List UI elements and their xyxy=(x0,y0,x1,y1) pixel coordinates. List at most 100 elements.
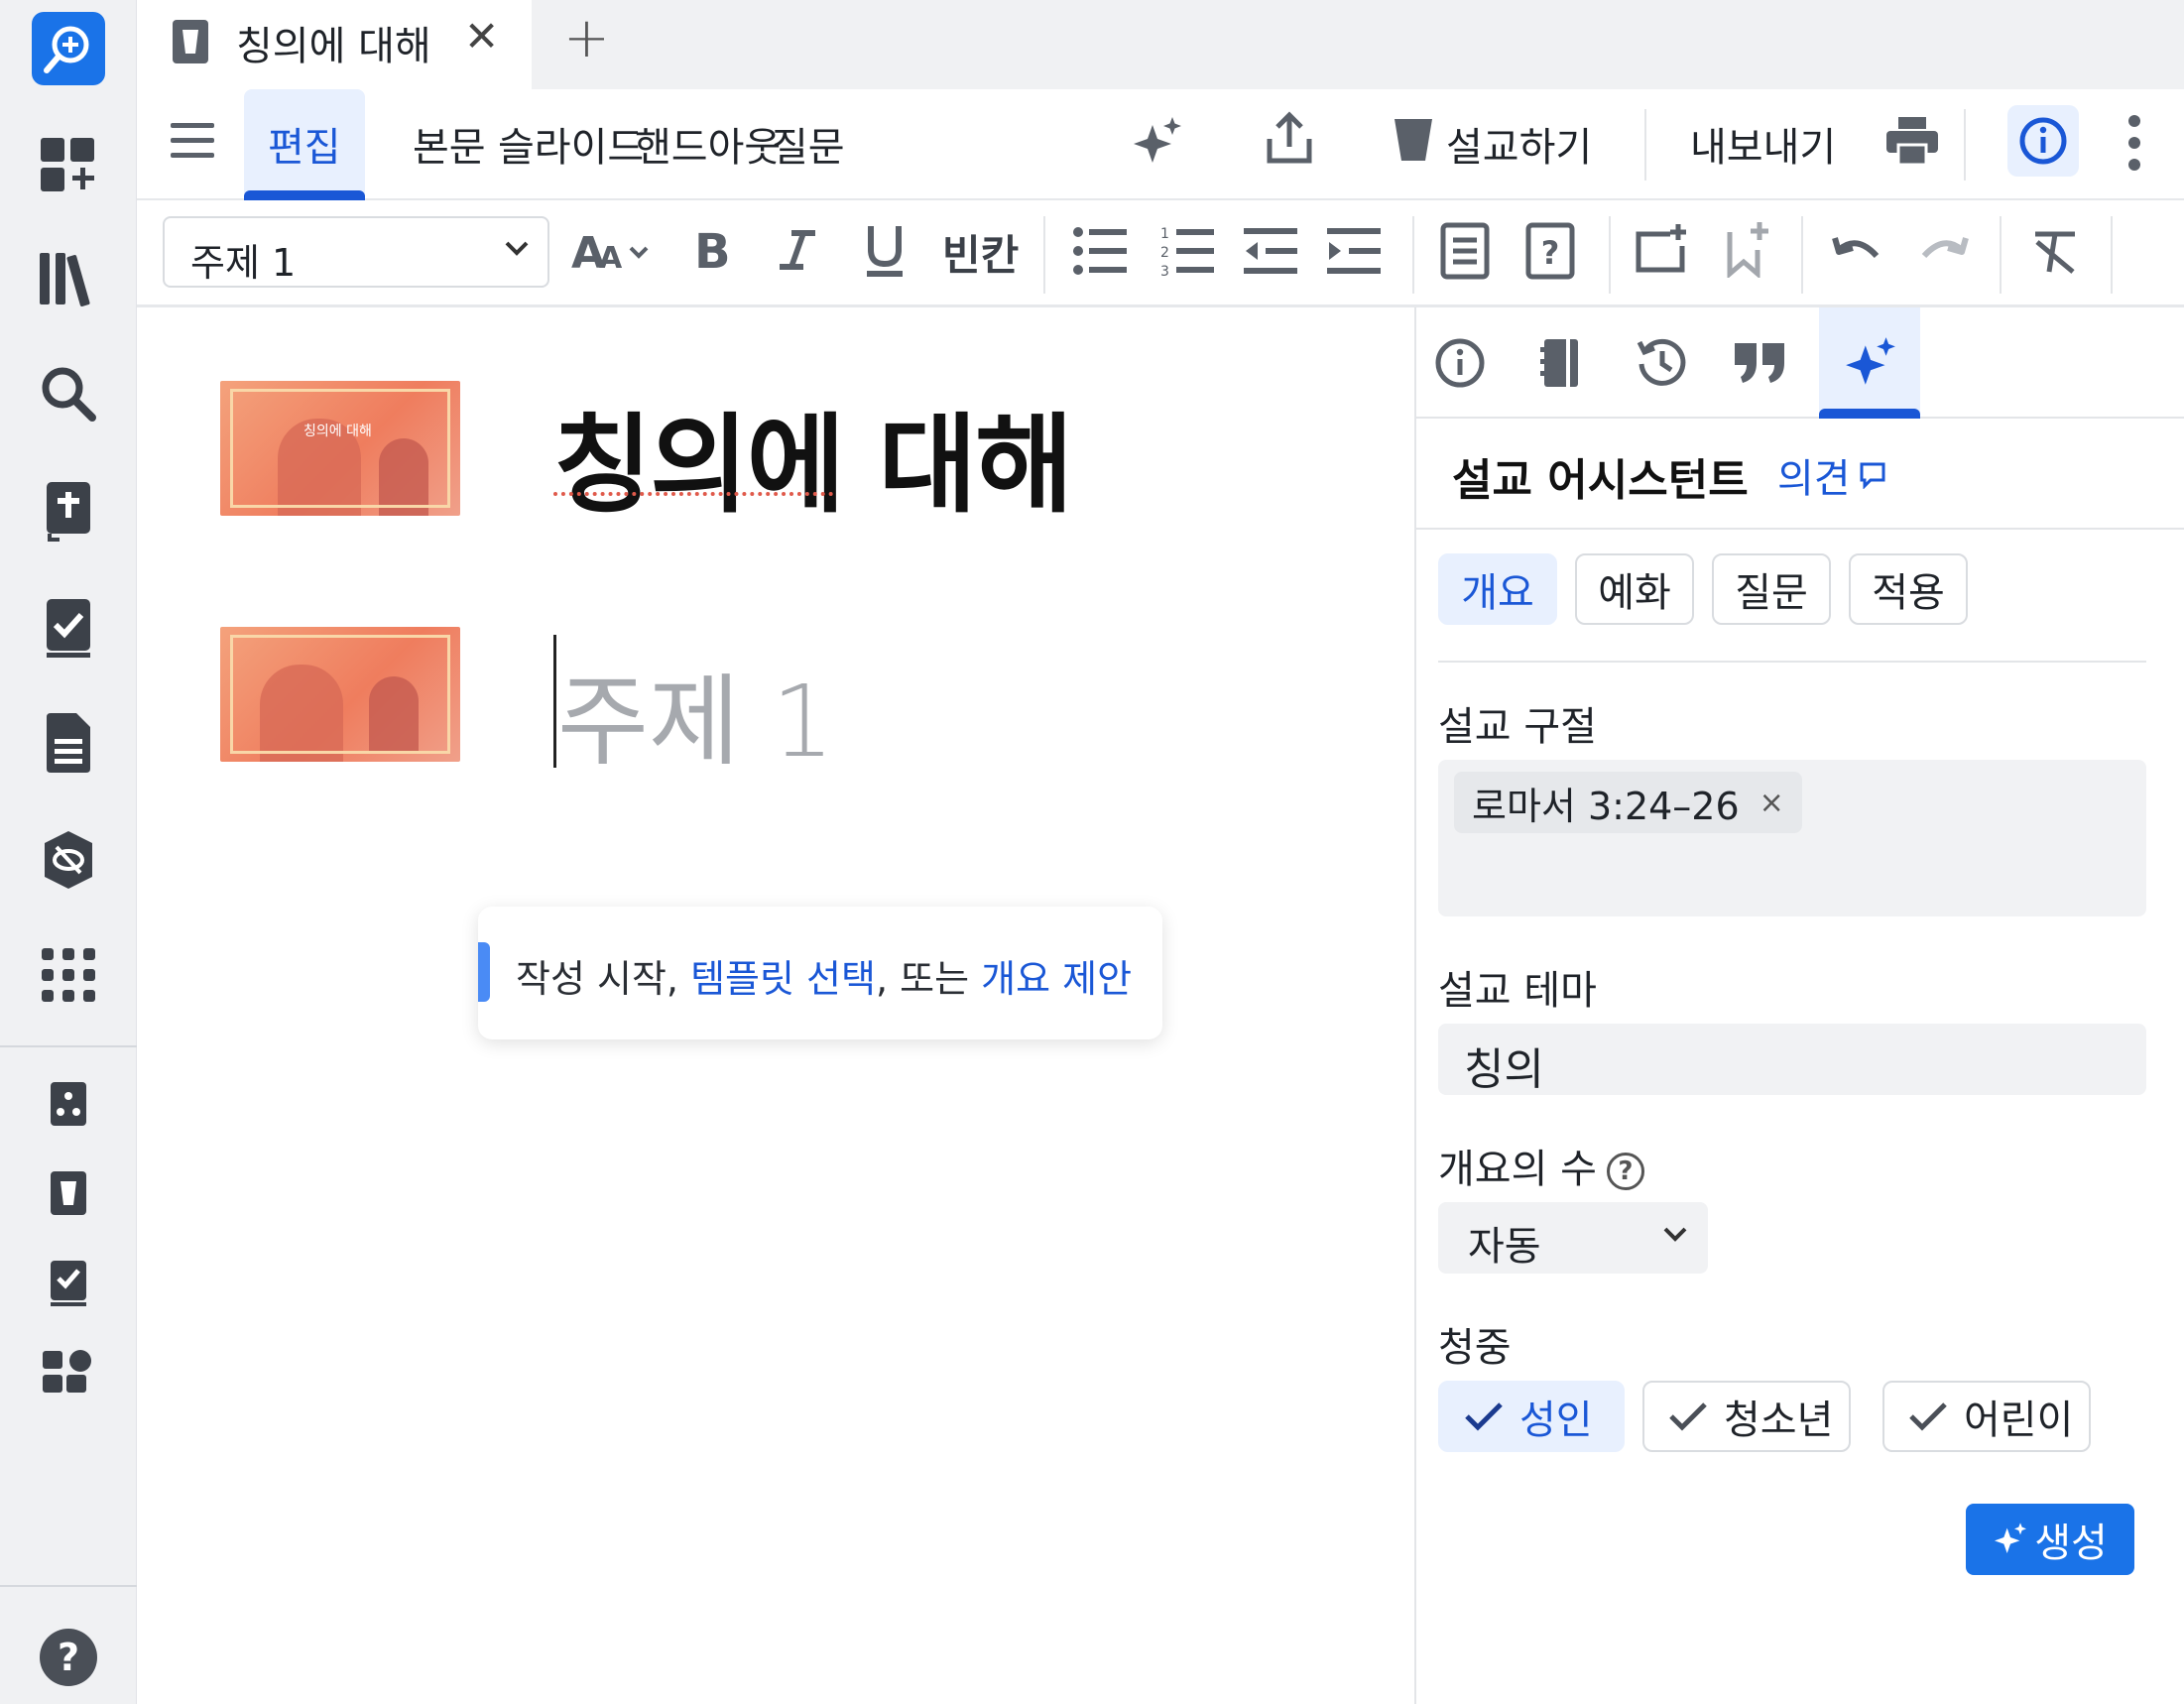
pulpit-icon[interactable] xyxy=(34,1158,103,1228)
theme-value: 칭의 xyxy=(1464,1044,1544,1095)
generate-label: 생성 xyxy=(2034,1521,2108,1566)
assistant-panel: 설교 어시스턴트 의견 개요 예화 질문 적용 설교 구절 로마서 3:24–2… xyxy=(1414,307,2184,1704)
hidden-eye-icon[interactable] xyxy=(34,825,103,895)
segment-illustration[interactable]: 예화 xyxy=(1575,553,1694,625)
passage-chip: 로마서 3:24–26 × xyxy=(1454,772,1802,833)
sermon-title-heading[interactable]: 칭의에 대해 xyxy=(553,379,1073,534)
remove-passage-icon[interactable]: × xyxy=(1759,786,1784,820)
audience-adult-label: 성인 xyxy=(1519,1398,1593,1443)
font-size-icon[interactable]: AA xyxy=(571,228,655,280)
editor-area: 칭의에 대해 칭의에 대해 주제 1 작성 시작, 템플릿 선택, 또는 개요 … xyxy=(137,307,1414,1704)
sidebar-divider-bottom xyxy=(0,1585,137,1587)
topic-heading-placeholder[interactable]: 주제 1 xyxy=(557,641,834,785)
menu-handout[interactable]: 핸드아웃 xyxy=(635,115,781,173)
panel-tab-notebook[interactable] xyxy=(1531,333,1591,393)
share-upload-icon[interactable] xyxy=(1264,111,1315,171)
add-bookmark-icon[interactable] xyxy=(1724,220,1771,282)
insert-text-block-icon[interactable] xyxy=(1440,222,1490,284)
help-question-icon[interactable]: ? xyxy=(1606,1153,1644,1190)
feedback-label: 의견 xyxy=(1777,456,1851,502)
preach-button[interactable]: 설교하기 xyxy=(1446,115,1592,173)
feedback-link[interactable]: 의견 xyxy=(1777,446,1886,504)
hamburger-menu-icon[interactable] xyxy=(171,123,214,163)
audience-youth-toggle[interactable]: 청소년 xyxy=(1642,1381,1851,1452)
paragraph-style-value: 주제 1 xyxy=(190,241,297,285)
blank-button[interactable]: 빈칸 xyxy=(942,222,1019,283)
ai-sparkle-icon[interactable] xyxy=(1131,115,1184,173)
comment-icon xyxy=(1860,462,1885,489)
spellcheck-underline xyxy=(553,492,833,496)
passage-input[interactable]: 로마서 3:24–26 × xyxy=(1438,760,2146,916)
document-tab[interactable]: 칭의에 대해 ✕ xyxy=(137,0,532,89)
bold-icon[interactable]: B xyxy=(692,224,732,280)
svg-text:?: ? xyxy=(58,1636,79,1679)
document-icon[interactable] xyxy=(34,708,103,778)
info-toggle-button[interactable] xyxy=(2007,105,2079,177)
sidebar-divider xyxy=(0,1045,137,1047)
menu-bar: 편집 본문 슬라이드 핸드아웃 질문 설교하기 내보내기 xyxy=(137,89,2184,200)
segment-application[interactable]: 적용 xyxy=(1849,553,1968,625)
passage-label: 설교 구절 xyxy=(1438,704,1597,750)
toolbar-divider xyxy=(1609,216,1611,294)
apps-grid-icon[interactable] xyxy=(34,940,103,1010)
sermon-outline-icon[interactable] xyxy=(34,1069,103,1139)
toolbar-divider xyxy=(1412,216,1414,294)
segment-outline[interactable]: 개요 xyxy=(1438,553,1557,625)
add-slide-icon[interactable] xyxy=(1635,222,1688,278)
panel-tab-assistant[interactable] xyxy=(1841,333,1900,393)
paragraph-style-select[interactable]: 주제 1 xyxy=(163,216,549,288)
audience-children-toggle[interactable]: 어린이 xyxy=(1882,1381,2091,1452)
outdent-icon[interactable] xyxy=(1244,226,1297,280)
logo-search-icon[interactable] xyxy=(32,12,105,85)
svg-text:1: 1 xyxy=(1160,226,1169,242)
slide-thumbnail-2[interactable] xyxy=(220,627,460,762)
check-icon xyxy=(1909,1402,1947,1431)
undo-icon[interactable] xyxy=(1831,230,1882,274)
menu-divider xyxy=(1644,109,1646,181)
dashboard-add-icon[interactable] xyxy=(34,129,103,198)
menu-edit[interactable]: 편집 xyxy=(268,115,341,173)
redo-icon[interactable] xyxy=(1918,230,1970,274)
menu-slides[interactable]: 슬라이드 xyxy=(498,115,644,173)
panel-divider xyxy=(1416,528,2184,530)
bullet-list-icon[interactable] xyxy=(1073,226,1127,280)
checklist-icon[interactable] xyxy=(34,1248,103,1317)
print-icon[interactable] xyxy=(1884,115,1940,171)
format-toolbar: 주제 1 AA B 빈칸 1 2 3 ? xyxy=(137,200,2184,307)
insert-question-icon[interactable]: ? xyxy=(1525,222,1575,284)
library-icon[interactable] xyxy=(34,244,103,313)
hint-middle: , 또는 xyxy=(875,957,982,1001)
help-icon[interactable]: ? xyxy=(34,1623,103,1692)
panel-tab-info[interactable] xyxy=(1430,333,1490,393)
suggest-outline-link[interactable]: 개요 제안 xyxy=(981,957,1132,1001)
search-icon[interactable] xyxy=(34,359,103,428)
panel-tab-history[interactable] xyxy=(1633,333,1692,393)
numbered-list-icon[interactable]: 1 2 3 xyxy=(1160,224,1214,282)
plan-check-icon[interactable] xyxy=(34,593,103,663)
svg-text:3: 3 xyxy=(1160,264,1169,278)
hint-prefix: 작성 시작, xyxy=(516,957,691,1001)
svg-text:?: ? xyxy=(1541,234,1560,272)
underline-icon[interactable] xyxy=(865,222,905,282)
menu-questions[interactable]: 질문 xyxy=(772,115,845,173)
audience-adult-toggle[interactable]: 성인 xyxy=(1438,1381,1625,1452)
outline-count-value: 자동 xyxy=(1468,1224,1541,1270)
bible-icon[interactable] xyxy=(34,476,103,546)
addons-icon[interactable] xyxy=(34,1337,103,1406)
outline-count-select[interactable]: 자동 xyxy=(1438,1202,1708,1274)
indent-icon[interactable] xyxy=(1327,226,1381,280)
slide-thumbnail-1[interactable]: 칭의에 대해 xyxy=(220,381,460,516)
export-button[interactable]: 내보내기 xyxy=(1690,115,1836,173)
theme-input[interactable]: 칭의 xyxy=(1438,1024,2146,1095)
more-vertical-icon[interactable] xyxy=(2126,115,2142,175)
clear-format-icon[interactable] xyxy=(2031,228,2079,280)
panel-tabs xyxy=(1416,307,2184,419)
panel-tab-quotes[interactable] xyxy=(1730,333,1789,393)
new-tab-button[interactable]: + xyxy=(563,6,610,70)
menu-text[interactable]: 본문 xyxy=(413,115,486,173)
segment-questions[interactable]: 질문 xyxy=(1712,553,1831,625)
generate-button[interactable]: 생성 xyxy=(1966,1504,2134,1575)
italic-icon[interactable] xyxy=(778,224,817,280)
tab-close-button[interactable]: ✕ xyxy=(464,12,499,61)
choose-template-link[interactable]: 템플릿 선택 xyxy=(690,957,876,1001)
